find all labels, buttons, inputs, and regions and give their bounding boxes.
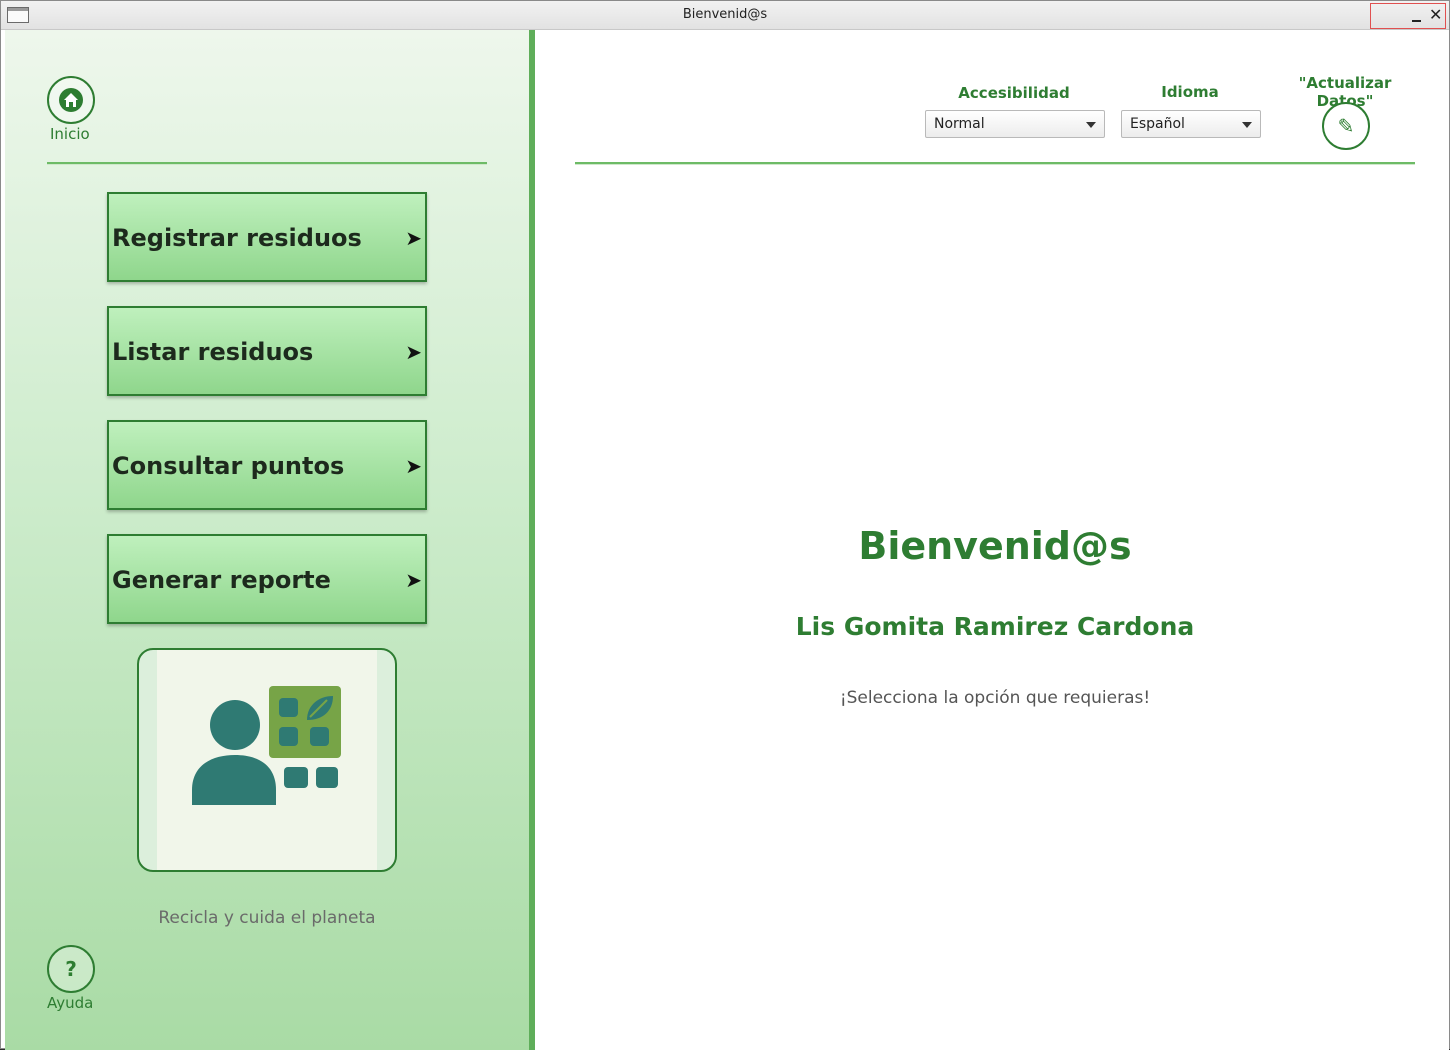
home-label: Inicio (50, 125, 90, 143)
accessibility-select[interactable]: Normal (925, 110, 1105, 138)
app-window: Bienvenid@s ✕ Inicio Registrar residuos … (0, 0, 1450, 1050)
language-value: Español (1130, 116, 1185, 132)
chevron-down-icon (1242, 122, 1252, 128)
sidebar-divider (47, 162, 487, 165)
window-title: Bienvenid@s (682, 7, 768, 22)
close-icon[interactable]: ✕ (1429, 6, 1442, 24)
check-points-button[interactable]: Consultar puntos ➤ (107, 420, 427, 510)
tagline: Recicla y cuida el planeta (158, 908, 376, 928)
language-label: Idioma (1161, 83, 1219, 101)
menu-button-label: Generar reporte (112, 566, 331, 594)
generate-report-button[interactable]: Generar reporte ➤ (107, 534, 427, 624)
chevron-down-icon (1086, 122, 1096, 128)
arrow-right-icon: ➤ (405, 568, 422, 592)
header-divider (575, 162, 1415, 165)
main-panel: Accesibilidad Normal Idioma Español "Act… (535, 30, 1449, 1050)
arrow-right-icon: ➤ (405, 340, 422, 364)
pencil-icon: ✎ (1337, 114, 1355, 138)
window-controls: ✕ (1370, 3, 1446, 29)
menu-button-label: Consultar puntos (112, 452, 345, 480)
language-select[interactable]: Español (1121, 110, 1261, 138)
menu-button-label: Registrar residuos (112, 224, 362, 252)
arrow-right-icon: ➤ (405, 226, 422, 250)
help-label: Ayuda (47, 994, 94, 1012)
question-icon: ? (65, 957, 77, 981)
user-name: Lis Gomita Ramirez Cardona (795, 612, 1195, 641)
help-button[interactable]: ? (47, 945, 95, 993)
update-data-button[interactable]: ✎ (1322, 102, 1370, 150)
user-recycling-illustration (192, 686, 341, 805)
accessibility-value: Normal (934, 116, 985, 132)
list-waste-button[interactable]: Listar residuos ➤ (107, 306, 427, 396)
arrow-right-icon: ➤ (405, 454, 422, 478)
sidebar: Inicio Registrar residuos ➤ Listar resid… (5, 30, 529, 1050)
minimize-icon[interactable] (1411, 9, 1423, 23)
welcome-heading: Bienvenid@s (858, 524, 1132, 568)
register-waste-button[interactable]: Registrar residuos ➤ (107, 192, 427, 282)
title-bar: Bienvenid@s ✕ (1, 1, 1449, 30)
menu-button-label: Listar residuos (112, 338, 314, 366)
home-icon (59, 88, 83, 112)
home-button[interactable] (47, 76, 95, 124)
illustration-card (137, 648, 397, 872)
instruction-text: ¡Selecciona la opción que requieras! (839, 688, 1151, 708)
accessibility-label: Accesibilidad (958, 84, 1070, 102)
